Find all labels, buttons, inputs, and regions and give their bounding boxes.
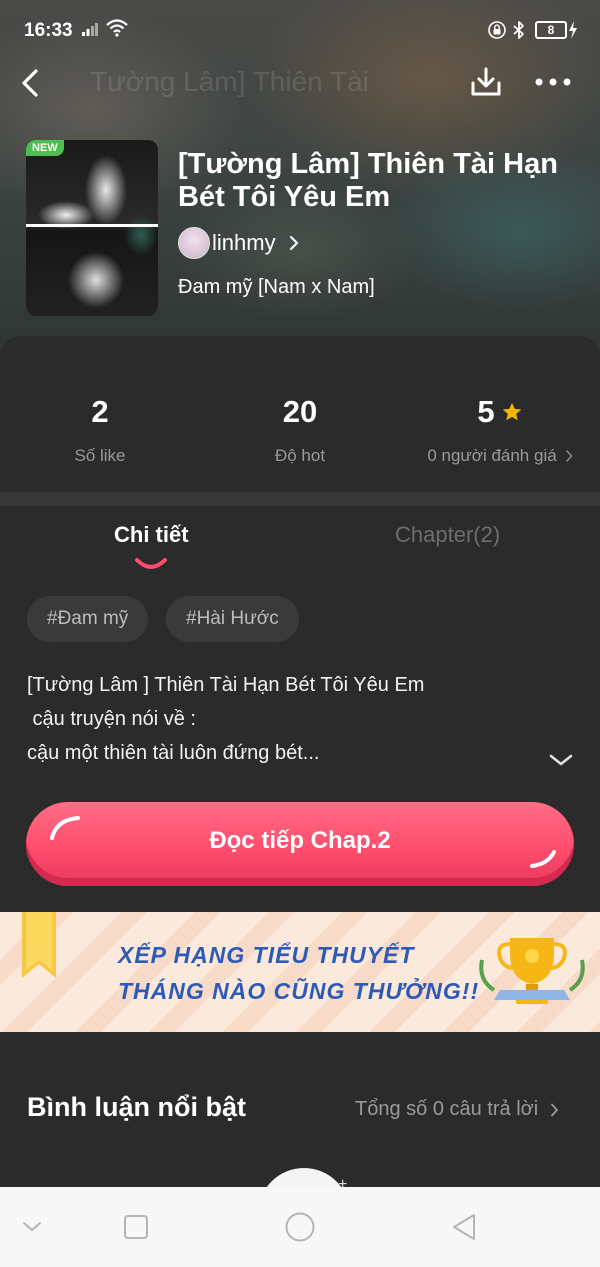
expand-description-button[interactable]	[548, 752, 574, 768]
chevron-down-icon	[23, 1222, 41, 1232]
recent-apps-button[interactable]	[118, 1209, 154, 1245]
chevron-right-icon	[565, 450, 573, 462]
trophy-icon	[479, 938, 585, 1004]
featured-comments-title: Bình luận nổi bật	[27, 1092, 246, 1122]
rating-value: 5	[477, 394, 495, 429]
stat-likes: 2 Số like	[0, 392, 200, 466]
more-icon	[535, 78, 571, 86]
comments-count: Tổng số 0 câu trả lời	[355, 1098, 539, 1120]
description-line: cậu truyện nói về :	[27, 708, 196, 730]
banner-text: XẾP HẠNG TIỂU THUYẾT	[118, 942, 415, 968]
story-title: [Tường Lâm] Thiên Tài Hạn Bét Tôi Yêu Em	[178, 148, 558, 213]
button-shine	[530, 850, 556, 868]
active-tab-indicator	[135, 558, 167, 569]
comments-count-link[interactable]: Tổng số 0 câu trả lời	[355, 1098, 559, 1121]
home-button[interactable]	[282, 1209, 318, 1245]
description-line: cậu một thiên tài luôn đứng bét...	[27, 742, 320, 764]
circle-icon	[285, 1212, 315, 1242]
nav-title: Tường Lâm] Thiên Tài	[90, 66, 369, 97]
ranking-promo-banner[interactable]: XẾP HẠNG TIỂU THUYẾT THÁNG NÀO CŨNG THƯỞ…	[0, 912, 600, 1032]
banner-text: THÁNG NÀO CŨNG THƯỞNG!!	[118, 978, 480, 1004]
hide-nav-button[interactable]	[14, 1209, 50, 1245]
chevron-right-icon	[551, 1103, 559, 1116]
battery-level: 8	[547, 23, 555, 37]
stat-rating[interactable]: 5 0 người đánh giá	[400, 392, 600, 466]
tag-hai-huoc[interactable]: #Hài Hước	[166, 596, 299, 642]
triangle-back-icon	[453, 1214, 475, 1240]
hot-label: Độ hot	[274, 446, 326, 465]
star-icon	[502, 402, 521, 421]
lock-icon	[488, 21, 506, 39]
continue-reading-button[interactable]: Đọc tiếp Chap.2	[26, 802, 574, 886]
rating-value-row: 5	[400, 392, 600, 432]
author-link[interactable]: linhmy	[178, 226, 300, 260]
story-detail-panel: 2 Số like 20 Độ hot 5 0 người đánh giá C…	[0, 336, 600, 1267]
system-back-button[interactable]	[446, 1209, 482, 1245]
description-line: [Tường Lâm ] Thiên Tài Hạn Bét Tôi Yêu E…	[27, 674, 425, 696]
back-button[interactable]	[10, 63, 50, 103]
square-icon	[124, 1215, 148, 1239]
author-name: linhmy	[212, 230, 276, 255]
section-divider	[0, 492, 600, 506]
tab-details[interactable]: Chi tiết	[114, 522, 189, 548]
battery-icon: 8	[535, 21, 567, 39]
ribbon-icon	[22, 912, 56, 978]
status-time: 16:33	[24, 20, 73, 41]
hot-value: 20	[282, 394, 318, 429]
bluetooth-icon	[513, 21, 524, 39]
likes-value: 2	[91, 394, 109, 429]
tag-dam-my[interactable]: #Đam mỹ	[27, 596, 149, 642]
new-badge: NEW	[26, 140, 64, 156]
signal-icon	[82, 23, 98, 36]
stat-hot: 20 Độ hot	[200, 392, 400, 466]
cover-divider	[26, 224, 158, 227]
wifi-icon	[106, 19, 128, 37]
status-bar: 16:33 8	[0, 0, 600, 62]
tab-chapters[interactable]: Chapter(2)	[395, 522, 500, 548]
continue-reading-label: Đọc tiếp Chap.2	[209, 827, 391, 854]
back-icon	[22, 69, 38, 97]
chevron-right-icon	[289, 235, 298, 251]
likes-label: Số like	[74, 446, 126, 465]
author-avatar	[178, 227, 210, 259]
story-genre: Đam mỹ [Nam x Nam]	[178, 276, 375, 298]
stats-row: 2 Số like 20 Độ hot 5 0 người đánh giá	[0, 392, 600, 472]
download-icon	[471, 67, 501, 96]
more-options-button[interactable]	[530, 60, 576, 104]
rating-label-row: 0 người đánh giá	[400, 446, 600, 466]
download-button[interactable]	[464, 60, 508, 104]
system-navigation-bar	[0, 1187, 600, 1267]
button-shine	[50, 816, 80, 840]
charging-icon	[569, 21, 577, 39]
rating-label: 0 người đánh giá	[427, 446, 557, 465]
story-cover-image[interactable]: NEW	[26, 140, 158, 316]
